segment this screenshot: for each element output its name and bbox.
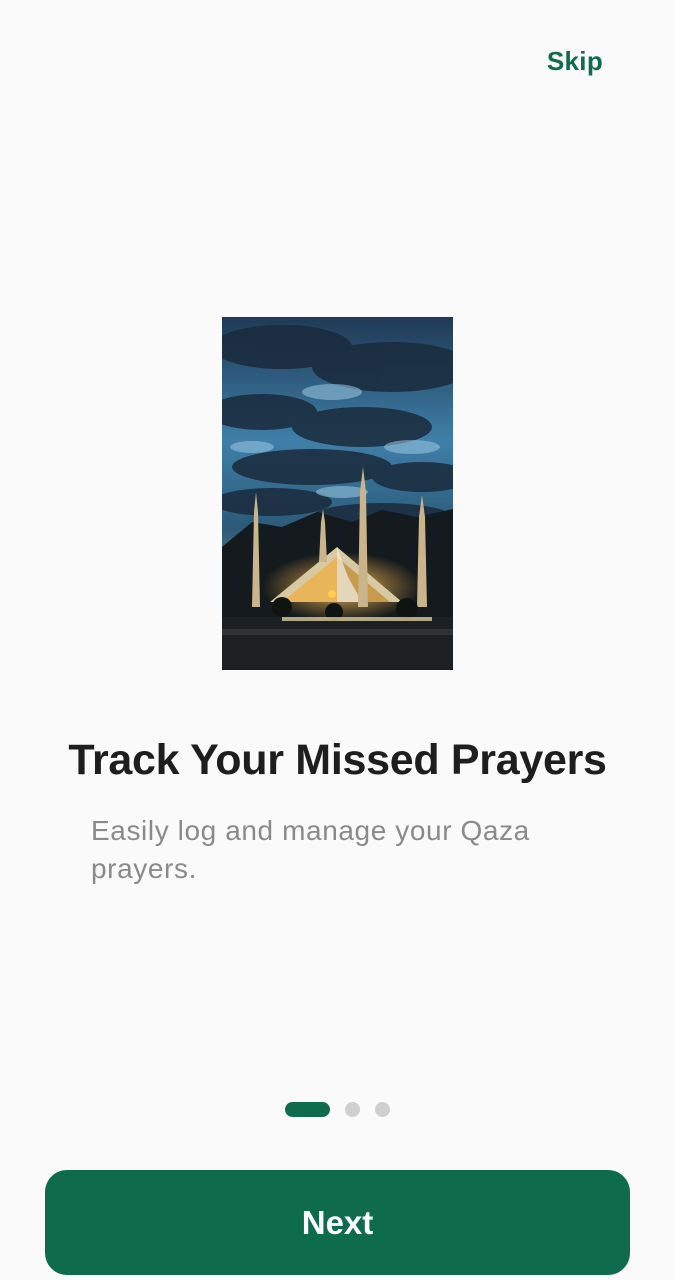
onboarding-screen: Skip Track Your Missed Prayers Easily lo… [0,0,675,1280]
page-dot-1[interactable] [285,1102,330,1117]
page-description: Easily log and manage your Qaza prayers. [91,815,530,884]
skip-button[interactable]: Skip [547,46,603,77]
page-dot-2[interactable] [345,1102,360,1117]
mosque-photo-icon [222,317,453,670]
page-title: Track Your Missed Prayers [68,736,607,784]
next-button[interactable]: Next [45,1170,630,1275]
page-dot-3[interactable] [375,1102,390,1117]
page-indicator [285,1102,390,1117]
hero-image [222,317,453,670]
